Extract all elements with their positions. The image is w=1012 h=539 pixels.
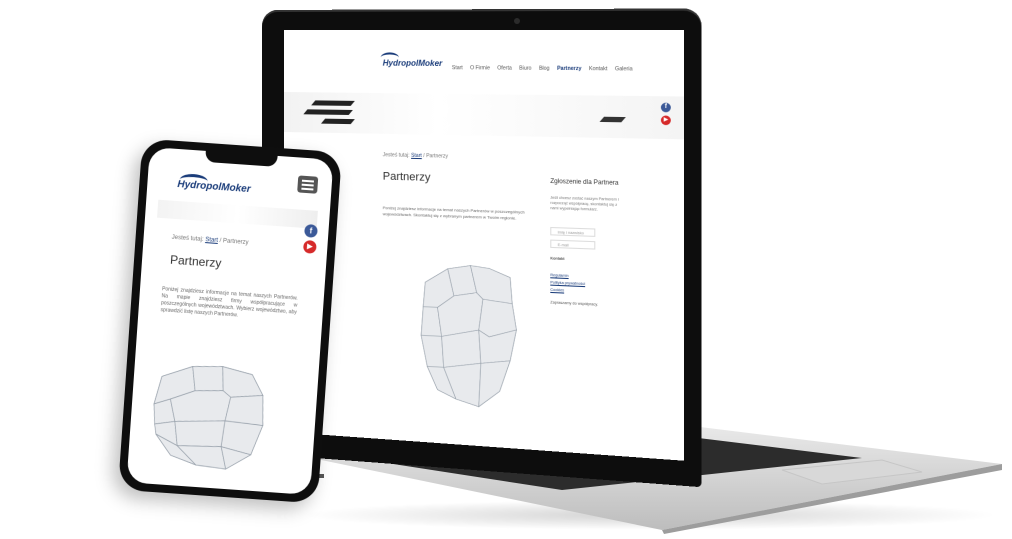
phone-screen: HydropolMoker f ▶ Jesteś tutaj: Start / … (126, 146, 334, 496)
mobile-logo[interactable]: HydropolMoker (177, 179, 251, 195)
desktop-logo[interactable]: HydropolMoker (383, 59, 443, 69)
breadcrumb-prefix: Jesteś tutaj: (382, 152, 410, 159)
map-region[interactable] (224, 393, 265, 426)
poland-map[interactable] (146, 358, 273, 476)
map-region[interactable] (191, 365, 225, 393)
banner-stripe (303, 109, 353, 115)
sidebar-title: Zgłoszenie dla Partnera (550, 178, 619, 187)
banner-stripe (321, 118, 355, 125)
sidebar-link[interactable]: Cookies (550, 288, 564, 293)
mobile-intro-text: Poniżej znajdziesz informacje na temat n… (160, 286, 298, 319)
breadcrumb-separator: / (219, 238, 222, 245)
hamburger-menu-icon[interactable] (297, 175, 319, 194)
name-field[interactable]: Imię i nazwisko (550, 226, 596, 237)
desktop-banner: f ▶ (284, 92, 685, 140)
nav-item-partnerzy[interactable]: Partnerzy (557, 66, 581, 72)
sidebar-footer-note: Zapraszamy do współpracy. (550, 300, 599, 307)
mobile-banner (157, 199, 318, 229)
map-region[interactable] (479, 359, 510, 409)
email-field[interactable]: E-mail (550, 239, 596, 250)
breadcrumb-current: Partnerzy (426, 153, 448, 160)
desktop-breadcrumb: Jesteś tutaj: Start / Partnerzy (383, 152, 448, 160)
desktop-header: HydropolMoker Start O Firmie Oferta Biur… (284, 30, 685, 99)
breadcrumb-current: Partnerzy (222, 238, 249, 247)
map-region[interactable] (173, 417, 226, 448)
banner-stripe (599, 116, 626, 123)
nav-item-biuro[interactable]: Biuro (519, 65, 531, 71)
desktop-page-title: Partnerzy (382, 170, 431, 184)
facebook-icon[interactable]: f (304, 223, 318, 238)
map-region[interactable] (421, 335, 443, 367)
nav-item-start[interactable]: Start (452, 65, 463, 71)
nav-item-blog[interactable]: Blog (539, 66, 550, 72)
mockup-stage: HydropolMoker Start O Firmie Oferta Biur… (0, 0, 1012, 539)
nav-item-oferta[interactable]: Oferta (497, 65, 512, 71)
phone-body: HydropolMoker f ▶ Jesteś tutaj: Start / … (117, 138, 343, 504)
sidebar-text: Jeśli chcesz zostać naszym Partnerem i r… (550, 195, 619, 212)
banner-stripe (311, 100, 355, 106)
desktop-nav: Start O Firmie Oferta Biuro Blog Partner… (452, 65, 633, 73)
breadcrumb-prefix: Jesteś tutaj: (171, 234, 204, 243)
laptop-screen: HydropolMoker Start O Firmie Oferta Biur… (284, 30, 685, 461)
sidebar-link[interactable]: Polityka prywatności (550, 280, 585, 286)
mobile-page-title: Partnerzy (169, 252, 222, 271)
sidebar-link[interactable]: Regulamin (550, 273, 568, 278)
facebook-icon[interactable]: f (660, 102, 671, 113)
desktop-intro-text: Poniżej znajdziesz informacje na temat n… (382, 205, 525, 221)
breadcrumb-home-link[interactable]: Start (411, 153, 422, 159)
nav-item-o-firmie[interactable]: O Firmie (470, 65, 490, 71)
nav-item-kontakt[interactable]: Kontakt (589, 66, 607, 72)
breadcrumb-separator: / (423, 153, 425, 160)
nav-item-galeria[interactable]: Galeria (615, 66, 633, 72)
sidebar-section-label: Kontakt (550, 256, 565, 262)
camera-icon (514, 18, 520, 24)
youtube-icon[interactable]: ▶ (660, 115, 671, 126)
mobile-breadcrumb: Jesteś tutaj: Start / Partnerzy (171, 235, 248, 246)
phone-notch (205, 150, 278, 167)
poland-map[interactable] (417, 253, 521, 413)
breadcrumb-home-link[interactable]: Start (205, 237, 218, 244)
youtube-icon[interactable]: ▶ (302, 239, 317, 254)
